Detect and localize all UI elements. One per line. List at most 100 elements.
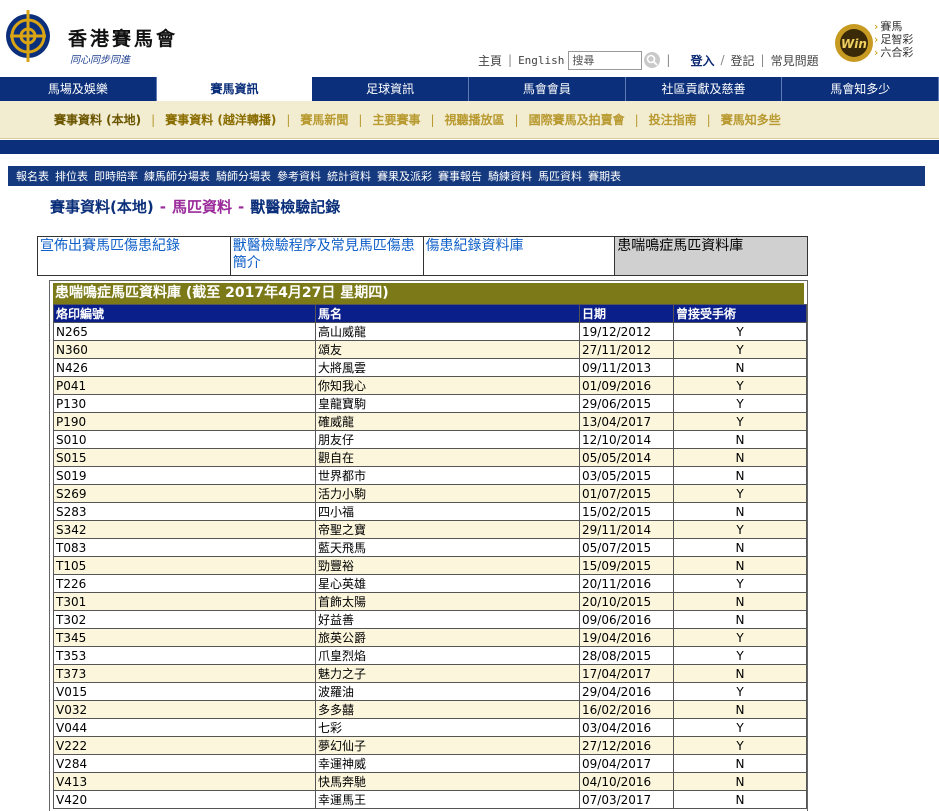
sub-nav: 賽事資料 (本地) | 賽事資料 (越洋轉播) | 賽馬新聞 | 主要賽事 | … xyxy=(0,101,939,139)
tab-roarer-database[interactable]: 患喘鳴症馬匹資料庫 xyxy=(615,237,807,275)
cell-horse-name[interactable]: 幸運馬王 xyxy=(315,790,580,809)
cell-surgery: N xyxy=(673,592,807,611)
third-nav-item[interactable]: 賽事報告 xyxy=(438,168,482,184)
table-row: V420 幸運馬王 07/03/2017 N xyxy=(53,790,807,809)
table-row: S283 四小福 15/02/2015 N xyxy=(53,502,807,521)
cell-date: 09/04/2017 xyxy=(579,754,674,773)
svg-text:Win: Win xyxy=(841,37,867,51)
table-row: T373 魅力之子 17/04/2017 N xyxy=(53,664,807,683)
home-link[interactable]: 主頁 xyxy=(478,52,502,69)
cell-date: 01/07/2015 xyxy=(579,484,674,503)
third-nav-item[interactable]: 參考資料 xyxy=(277,168,321,184)
cell-date: 15/02/2015 xyxy=(579,502,674,521)
cell-horse-name[interactable]: 旅英公爵 xyxy=(315,628,580,647)
cell-horse-name[interactable]: 藍天飛馬 xyxy=(315,538,580,557)
third-nav-item[interactable]: 統計資料 xyxy=(327,168,371,184)
racing-link[interactable]: 賽馬 xyxy=(874,20,913,33)
cell-horse-name[interactable]: 大將風雲 xyxy=(315,358,580,377)
sub-nav-item[interactable]: 視聽播放區 xyxy=(445,111,505,128)
login-link[interactable]: 登入 xyxy=(690,52,714,69)
sub-nav-item[interactable]: 主要賽事 xyxy=(372,111,420,128)
tab-declared-injury[interactable]: 宣佈出賽馬匹傷患紀錄 xyxy=(38,237,231,275)
cell-horse-name[interactable]: 朋友仔 xyxy=(315,430,580,449)
third-nav-item[interactable]: 騎練資料 xyxy=(488,168,532,184)
tab-vet-procedure[interactable]: 獸醫檢驗程序及常見馬匹傷患簡介 xyxy=(231,237,424,275)
table-row: V015 波羅油 29/04/2016 Y xyxy=(53,682,807,701)
search-input[interactable] xyxy=(568,50,643,70)
breadcrumb-level1[interactable]: 賽事資料(本地) xyxy=(50,198,154,216)
cell-horse-name[interactable]: 帝聖之寶 xyxy=(315,520,580,539)
main-nav-item[interactable]: 足球資訊 xyxy=(312,77,470,101)
faq-link[interactable]: 常見問題 xyxy=(771,52,819,69)
third-nav-item[interactable]: 賽果及派彩 xyxy=(377,168,432,184)
breadcrumb-level2[interactable]: 馬匹資料 xyxy=(172,198,232,216)
cell-horse-name[interactable]: 多多囍 xyxy=(315,700,580,719)
cell-horse-name[interactable]: 好益善 xyxy=(315,610,580,629)
jockey-club-logo-icon[interactable] xyxy=(4,6,52,66)
third-nav-item[interactable]: 練馬師分場表 xyxy=(144,168,210,184)
cell-horse-name[interactable]: 觀自在 xyxy=(315,448,580,467)
tab-injury-database[interactable]: 傷患紀錄資料庫 xyxy=(424,237,616,275)
brand-name: 香港賽馬會 xyxy=(68,28,179,50)
third-nav-item[interactable]: 馬匹資料 xyxy=(538,168,582,184)
cell-date: 20/11/2016 xyxy=(579,574,674,593)
cell-horse-name[interactable]: 快馬奔馳 xyxy=(315,772,580,791)
main-nav-item[interactable]: 馬會會員 xyxy=(469,77,626,101)
cell-brand-no: S019 xyxy=(53,466,316,485)
main-nav-item[interactable]: 社區貢獻及慈善 xyxy=(626,77,783,101)
main-nav-item-active[interactable]: 賽馬資訊 xyxy=(156,77,313,101)
cell-horse-name[interactable]: 四小福 xyxy=(315,502,580,521)
sub-nav-item[interactable]: 賽事資料 (本地) xyxy=(54,111,141,128)
cell-date: 03/05/2015 xyxy=(579,466,674,485)
cell-horse-name[interactable]: 夢幻仙子 xyxy=(315,736,580,755)
search-icon[interactable] xyxy=(644,52,661,68)
cell-date: 28/08/2015 xyxy=(579,646,674,665)
english-link[interactable]: English xyxy=(518,54,564,67)
cell-horse-name[interactable]: 活力小駒 xyxy=(315,484,580,503)
cell-horse-name[interactable]: 世界都市 xyxy=(315,466,580,485)
cell-brand-no: T105 xyxy=(53,556,316,575)
cell-horse-name[interactable]: 爪皇烈焰 xyxy=(315,646,580,665)
third-nav-item[interactable]: 即時賠率 xyxy=(94,168,138,184)
win-logo-icon[interactable]: Win xyxy=(833,22,875,64)
cell-date: 05/07/2015 xyxy=(579,538,674,557)
sub-nav-item[interactable]: 國際賽馬及拍賣會 xyxy=(529,111,625,128)
sub-nav-item[interactable]: 賽事資料 (越洋轉播) xyxy=(165,111,276,128)
cell-horse-name[interactable]: 首飾太陽 xyxy=(315,592,580,611)
cell-horse-name[interactable]: 你知我心 xyxy=(315,376,580,395)
cell-horse-name[interactable]: 高山威龍 xyxy=(315,322,580,341)
cell-date: 07/03/2017 xyxy=(579,790,674,809)
table-row: V032 多多囍 16/02/2016 N xyxy=(53,700,807,719)
cell-horse-name[interactable]: 頌友 xyxy=(315,340,580,359)
cell-horse-name[interactable]: 皇龍寶駒 xyxy=(315,394,580,413)
cell-horse-name[interactable]: 幸運神威 xyxy=(315,754,580,773)
third-nav-item[interactable]: 排位表 xyxy=(55,168,88,184)
cell-surgery: Y xyxy=(673,520,807,539)
table-row: V222 夢幻仙子 27/12/2016 Y xyxy=(53,736,807,755)
cell-brand-no: T373 xyxy=(53,664,316,683)
table-row: S010 朋友仔 12/10/2014 N xyxy=(53,430,807,449)
register-link[interactable]: 登記 xyxy=(731,52,755,69)
cell-horse-name[interactable]: 波羅油 xyxy=(315,682,580,701)
sub-nav-item[interactable]: 賽馬新聞 xyxy=(300,111,348,128)
third-nav-item[interactable]: 騎師分場表 xyxy=(216,168,271,184)
third-nav-item[interactable]: 賽期表 xyxy=(588,168,621,184)
table-row: T226 星心英雄 20/11/2016 Y xyxy=(53,574,807,593)
table-row: T353 爪皇烈焰 28/08/2015 Y xyxy=(53,646,807,665)
cell-horse-name[interactable]: 確威龍 xyxy=(315,412,580,431)
cell-surgery: Y xyxy=(673,376,807,395)
sub-nav-item[interactable]: 投注指南 xyxy=(649,111,697,128)
main-nav-item[interactable]: 馬場及娛樂 xyxy=(0,77,157,101)
cell-horse-name[interactable]: 魅力之子 xyxy=(315,664,580,683)
third-nav-item[interactable]: 報名表 xyxy=(16,168,49,184)
mark-six-link[interactable]: 六合彩 xyxy=(874,46,913,59)
main-nav-item[interactable]: 馬會知多少 xyxy=(782,77,939,101)
cell-horse-name[interactable]: 勁豐裕 xyxy=(315,556,580,575)
cell-date: 17/04/2017 xyxy=(579,664,674,683)
football-link[interactable]: 足智彩 xyxy=(874,33,913,46)
cell-surgery: Y xyxy=(673,340,807,359)
cell-horse-name[interactable]: 星心英雄 xyxy=(315,574,580,593)
sub-nav-item[interactable]: 賽馬知多些 xyxy=(721,111,781,128)
cell-brand-no: S269 xyxy=(53,484,316,503)
cell-horse-name[interactable]: 七彩 xyxy=(315,718,580,737)
